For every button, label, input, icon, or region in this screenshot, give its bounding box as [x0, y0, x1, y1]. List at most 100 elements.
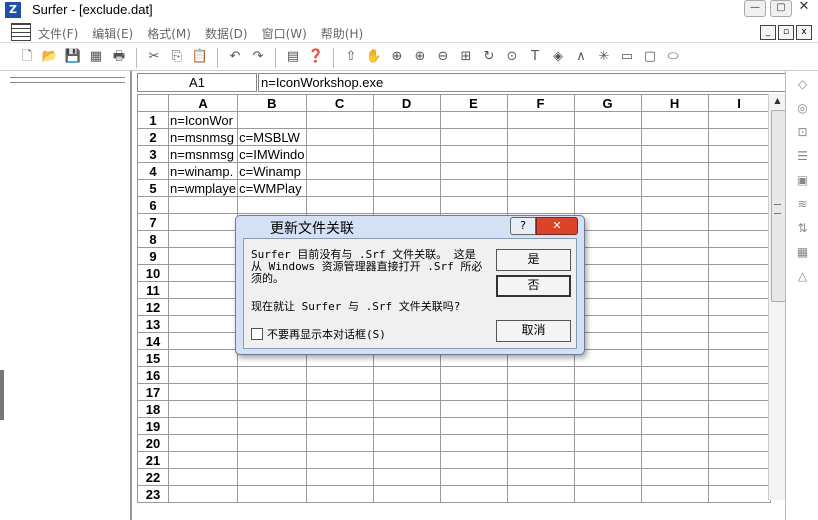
grid-cell[interactable]: [167, 400, 239, 418]
grid-cell[interactable]: [167, 315, 239, 333]
grid-cell[interactable]: [167, 383, 239, 401]
grid-cell[interactable]: n=winamp.: [167, 162, 239, 180]
grid-cell[interactable]: [439, 145, 508, 163]
grid-cell[interactable]: [372, 366, 441, 384]
grid-cell[interactable]: [305, 366, 374, 384]
grid-cell[interactable]: [305, 400, 374, 418]
column-header[interactable]: H: [640, 94, 709, 112]
grid-cell[interactable]: [573, 196, 642, 214]
grid-cell[interactable]: [707, 451, 771, 469]
grid-cell[interactable]: [305, 145, 374, 163]
row-header[interactable]: 14: [137, 332, 169, 350]
grid-cell[interactable]: [640, 128, 709, 146]
grid-cell[interactable]: [573, 366, 642, 384]
menu-edit[interactable]: 编辑(E): [92, 25, 133, 42]
row-header[interactable]: 15: [137, 349, 169, 367]
grid-cell[interactable]: [305, 451, 374, 469]
grid-cell[interactable]: [640, 230, 709, 248]
surface-icon[interactable]: △: [793, 269, 813, 287]
column-header[interactable]: D: [372, 94, 441, 112]
polygon-icon[interactable]: ◈: [549, 48, 567, 66]
grid-cell[interactable]: [707, 485, 771, 503]
checkbox-box[interactable]: [251, 328, 263, 340]
grid-cell[interactable]: [167, 451, 239, 469]
scroll-up-arrow[interactable]: ▲: [769, 94, 786, 108]
grid-cell[interactable]: c=MSBLW: [237, 128, 307, 146]
grid-cell[interactable]: [506, 400, 575, 418]
grid-cell[interactable]: [707, 230, 771, 248]
grid-cell[interactable]: [237, 196, 307, 214]
cut-icon[interactable]: ✂: [145, 48, 163, 66]
grid-cell[interactable]: [439, 434, 508, 452]
zoom-rect-icon[interactable]: ⊕: [388, 48, 406, 66]
base-map-icon[interactable]: ◇: [793, 77, 813, 95]
grid-cell[interactable]: [506, 434, 575, 452]
grid-cell[interactable]: [707, 179, 771, 197]
grid-cell[interactable]: [506, 128, 575, 146]
grid-cell[interactable]: [640, 281, 709, 299]
redo-icon[interactable]: ↷: [249, 48, 267, 66]
grid-cell[interactable]: [640, 196, 709, 214]
row-header[interactable]: 16: [137, 366, 169, 384]
grid-cell[interactable]: [305, 468, 374, 486]
grid-cell[interactable]: [506, 485, 575, 503]
shaded-relief-icon[interactable]: ≋: [793, 197, 813, 215]
grid-cell[interactable]: [439, 162, 508, 180]
grid-cell[interactable]: [167, 417, 239, 435]
row-header[interactable]: 13: [137, 315, 169, 333]
grid-cell[interactable]: [707, 434, 771, 452]
grid-cell[interactable]: [237, 111, 307, 129]
whats-this-icon[interactable]: ❓: [307, 48, 325, 66]
grid-cell[interactable]: c=IMWindo: [237, 145, 307, 163]
row-header[interactable]: 20: [137, 434, 169, 452]
grid-cell[interactable]: c=Winamp: [237, 162, 307, 180]
symbol-icon[interactable]: ✳: [595, 48, 613, 66]
grid-cell[interactable]: [237, 417, 307, 435]
zoom-in-icon[interactable]: ⊕: [411, 48, 429, 66]
save-icon[interactable]: 💾: [64, 48, 82, 66]
redraw-icon[interactable]: ↻: [480, 48, 498, 66]
row-header[interactable]: 7: [137, 213, 169, 231]
grid-cell[interactable]: [573, 162, 642, 180]
grid-cell[interactable]: [305, 111, 374, 129]
grid-cell[interactable]: [372, 111, 441, 129]
grid-cell[interactable]: [237, 434, 307, 452]
grid-cell[interactable]: [573, 383, 642, 401]
grid-cell[interactable]: [707, 298, 771, 316]
grid-cell[interactable]: [707, 417, 771, 435]
grid-cell[interactable]: [573, 400, 642, 418]
grid-cell[interactable]: [707, 213, 771, 231]
grid-cell[interactable]: [167, 230, 239, 248]
row-header[interactable]: 22: [137, 468, 169, 486]
open-folder-icon[interactable]: 📂: [41, 48, 59, 66]
grid-cell[interactable]: [707, 366, 771, 384]
grid-cell[interactable]: [372, 434, 441, 452]
grid-cell[interactable]: [506, 383, 575, 401]
grid-cell[interactable]: [707, 400, 771, 418]
image-map-icon[interactable]: ▣: [793, 173, 813, 191]
grid-cell[interactable]: [167, 196, 239, 214]
grid-cell[interactable]: [707, 128, 771, 146]
column-header[interactable]: I: [707, 94, 771, 112]
grid-cell[interactable]: [640, 332, 709, 350]
grid-cell[interactable]: [640, 349, 709, 367]
vertical-scrollbar[interactable]: ▲: [768, 94, 786, 500]
grid-cell[interactable]: [506, 451, 575, 469]
row-header[interactable]: 11: [137, 281, 169, 299]
cancel-button[interactable]: 取消: [496, 320, 571, 342]
grid-cell[interactable]: [640, 247, 709, 265]
grid-cell[interactable]: [372, 417, 441, 435]
grid-cell[interactable]: [305, 434, 374, 452]
grid-cell[interactable]: [167, 213, 239, 231]
grid-cell[interactable]: [640, 400, 709, 418]
paste-icon[interactable]: 📋: [191, 48, 209, 66]
grid-cell[interactable]: [305, 485, 374, 503]
pan-hand-icon[interactable]: ✋: [365, 48, 383, 66]
close-button[interactable]: ✕: [796, 0, 812, 15]
grid-cell[interactable]: [640, 434, 709, 452]
grid-cell[interactable]: [439, 179, 508, 197]
row-header[interactable]: 9: [137, 247, 169, 265]
grid-cell[interactable]: [506, 468, 575, 486]
minimize-button[interactable]: —: [744, 0, 766, 17]
classed-post-icon[interactable]: ☰: [793, 149, 813, 167]
